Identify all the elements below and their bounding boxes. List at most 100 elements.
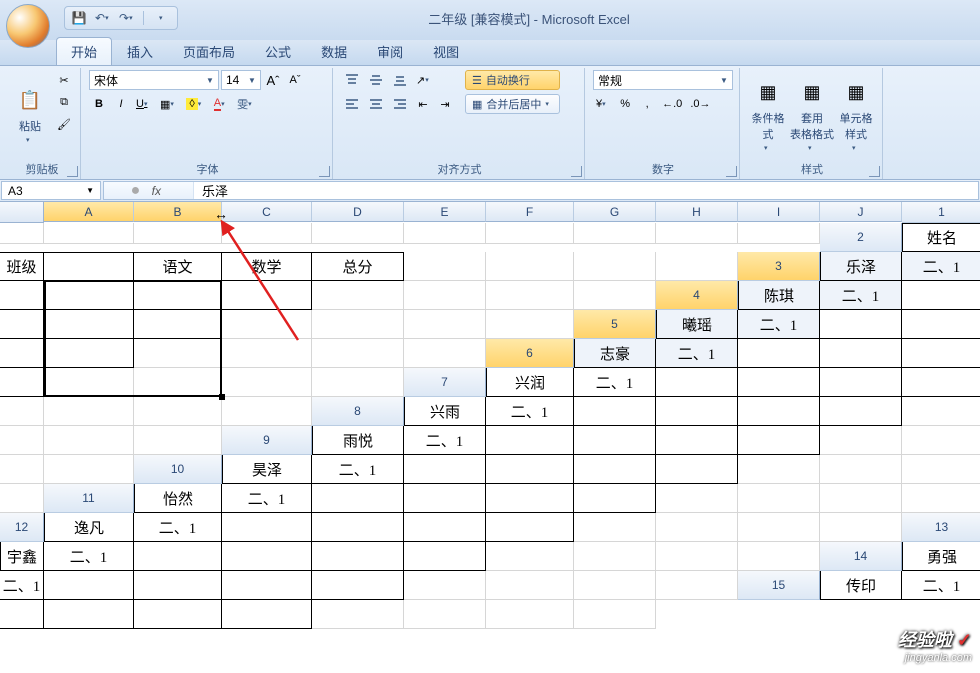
- cell-I6[interactable]: [222, 368, 312, 397]
- cell-H4[interactable]: [312, 310, 404, 339]
- italic-button[interactable]: I: [111, 94, 131, 114]
- cell-C10[interactable]: [404, 455, 486, 484]
- cell-G1[interactable]: [486, 223, 574, 244]
- cell-I4[interactable]: [404, 310, 486, 339]
- cell-C13[interactable]: [134, 542, 222, 571]
- cell-G6[interactable]: [44, 368, 134, 397]
- decrease-decimal-button[interactable]: .0→: [687, 94, 713, 114]
- cell-J1[interactable]: [738, 223, 820, 244]
- cell-D1[interactable]: [222, 223, 312, 244]
- cell-I7[interactable]: [134, 397, 222, 426]
- cell-J11[interactable]: [902, 484, 980, 513]
- cell-J7[interactable]: [222, 397, 312, 426]
- cell-B9[interactable]: 二、1: [404, 426, 486, 455]
- row-header-1[interactable]: 1: [902, 202, 980, 223]
- row-header-3[interactable]: 3: [738, 252, 820, 281]
- cell-C8[interactable]: [574, 397, 656, 426]
- number-format-combo[interactable]: 常规 ▼: [593, 70, 733, 90]
- cell-D13[interactable]: [222, 542, 312, 571]
- cell-H13[interactable]: [574, 542, 656, 571]
- align-middle-button[interactable]: [365, 70, 387, 90]
- cell-F7[interactable]: [902, 368, 980, 397]
- row-header-9[interactable]: 9: [222, 426, 312, 455]
- cell-G10[interactable]: [738, 455, 820, 484]
- cell-D10[interactable]: [486, 455, 574, 484]
- cell-A13[interactable]: 宇鑫: [0, 542, 44, 571]
- cell-C6[interactable]: [738, 339, 820, 368]
- row-header-11[interactable]: 11: [44, 484, 134, 513]
- cell-B13[interactable]: 二、1: [44, 542, 134, 571]
- cell-F11[interactable]: [574, 484, 656, 513]
- align-bottom-button[interactable]: [389, 70, 411, 90]
- align-center-button[interactable]: [365, 94, 387, 114]
- cell-C2[interactable]: [44, 252, 134, 281]
- cell-E8[interactable]: [738, 397, 820, 426]
- cell-F14[interactable]: [312, 571, 404, 600]
- column-header-J[interactable]: J: [820, 202, 902, 222]
- fill-color-button[interactable]: ◊▾: [183, 94, 208, 114]
- cell-I10[interactable]: [902, 455, 980, 484]
- row-header-12[interactable]: 12: [0, 513, 44, 542]
- row-header-6[interactable]: 6: [486, 339, 574, 368]
- cell-H3[interactable]: [404, 281, 486, 310]
- merge-center-button[interactable]: ▦合并后居中▾: [465, 94, 560, 114]
- cell-A5[interactable]: 曦瑶: [656, 310, 738, 339]
- format-painter-button[interactable]: 🖌: [54, 114, 74, 134]
- cell-A8[interactable]: 兴雨: [404, 397, 486, 426]
- office-button[interactable]: [6, 4, 50, 48]
- cell-I3[interactable]: [486, 281, 574, 310]
- row-header-13[interactable]: 13: [902, 513, 980, 542]
- cell-H11[interactable]: [738, 484, 820, 513]
- cell-A3[interactable]: 乐泽: [820, 252, 902, 281]
- cell-J12[interactable]: [820, 513, 902, 542]
- cell-J5[interactable]: [404, 339, 486, 368]
- cell-J15[interactable]: [574, 600, 656, 629]
- cell-B10[interactable]: 二、1: [312, 455, 404, 484]
- cell-F12[interactable]: [486, 513, 574, 542]
- cell-F9[interactable]: [738, 426, 820, 455]
- cell-E7[interactable]: [820, 368, 902, 397]
- row-header-4[interactable]: 4: [656, 281, 738, 310]
- cell-I5[interactable]: [312, 339, 404, 368]
- cell-H6[interactable]: [134, 368, 222, 397]
- cell-I9[interactable]: [0, 455, 44, 484]
- cell-D15[interactable]: [44, 600, 134, 629]
- chevron-down-icon[interactable]: ▼: [86, 186, 94, 195]
- align-right-button[interactable]: [389, 94, 411, 114]
- chevron-down-icon[interactable]: ▼: [718, 76, 730, 85]
- cell-C3[interactable]: [0, 281, 44, 310]
- circle-icon[interactable]: ●: [131, 182, 141, 200]
- cell-E4[interactable]: [44, 310, 134, 339]
- cell-I1[interactable]: [656, 223, 738, 244]
- cell-E13[interactable]: [312, 542, 404, 571]
- row-header-5[interactable]: 5: [574, 310, 656, 339]
- tab-home[interactable]: 开始: [56, 37, 112, 65]
- cell-D4[interactable]: [0, 310, 44, 339]
- cell-E2[interactable]: 数学: [222, 252, 312, 281]
- cell-F8[interactable]: [820, 397, 902, 426]
- cell-I2[interactable]: [574, 252, 656, 281]
- cell-H12[interactable]: [656, 513, 738, 542]
- orientation-button[interactable]: ↗▾: [413, 70, 436, 90]
- cell-C4[interactable]: [902, 281, 980, 310]
- cell-I13[interactable]: [656, 542, 738, 571]
- column-header-C[interactable]: C: [222, 202, 312, 222]
- cell-I8[interactable]: [44, 426, 134, 455]
- cell-B1[interactable]: [44, 223, 134, 244]
- cell-A1[interactable]: [0, 223, 44, 244]
- cell-J8[interactable]: [134, 426, 222, 455]
- cell-B6[interactable]: 二、1: [656, 339, 738, 368]
- cell-J3[interactable]: [574, 281, 656, 310]
- cell-D7[interactable]: [738, 368, 820, 397]
- cell-F3[interactable]: [222, 281, 312, 310]
- row-header-14[interactable]: 14: [820, 542, 902, 571]
- cell-J13[interactable]: [738, 542, 820, 571]
- cell-G9[interactable]: [820, 426, 902, 455]
- cell-C11[interactable]: [312, 484, 404, 513]
- cell-A10[interactable]: 昊泽: [222, 455, 312, 484]
- cell-I14[interactable]: [574, 571, 656, 600]
- cell-E11[interactable]: [486, 484, 574, 513]
- cell-G14[interactable]: [404, 571, 486, 600]
- cell-A9[interactable]: 雨悦: [312, 426, 404, 455]
- cell-F10[interactable]: [656, 455, 738, 484]
